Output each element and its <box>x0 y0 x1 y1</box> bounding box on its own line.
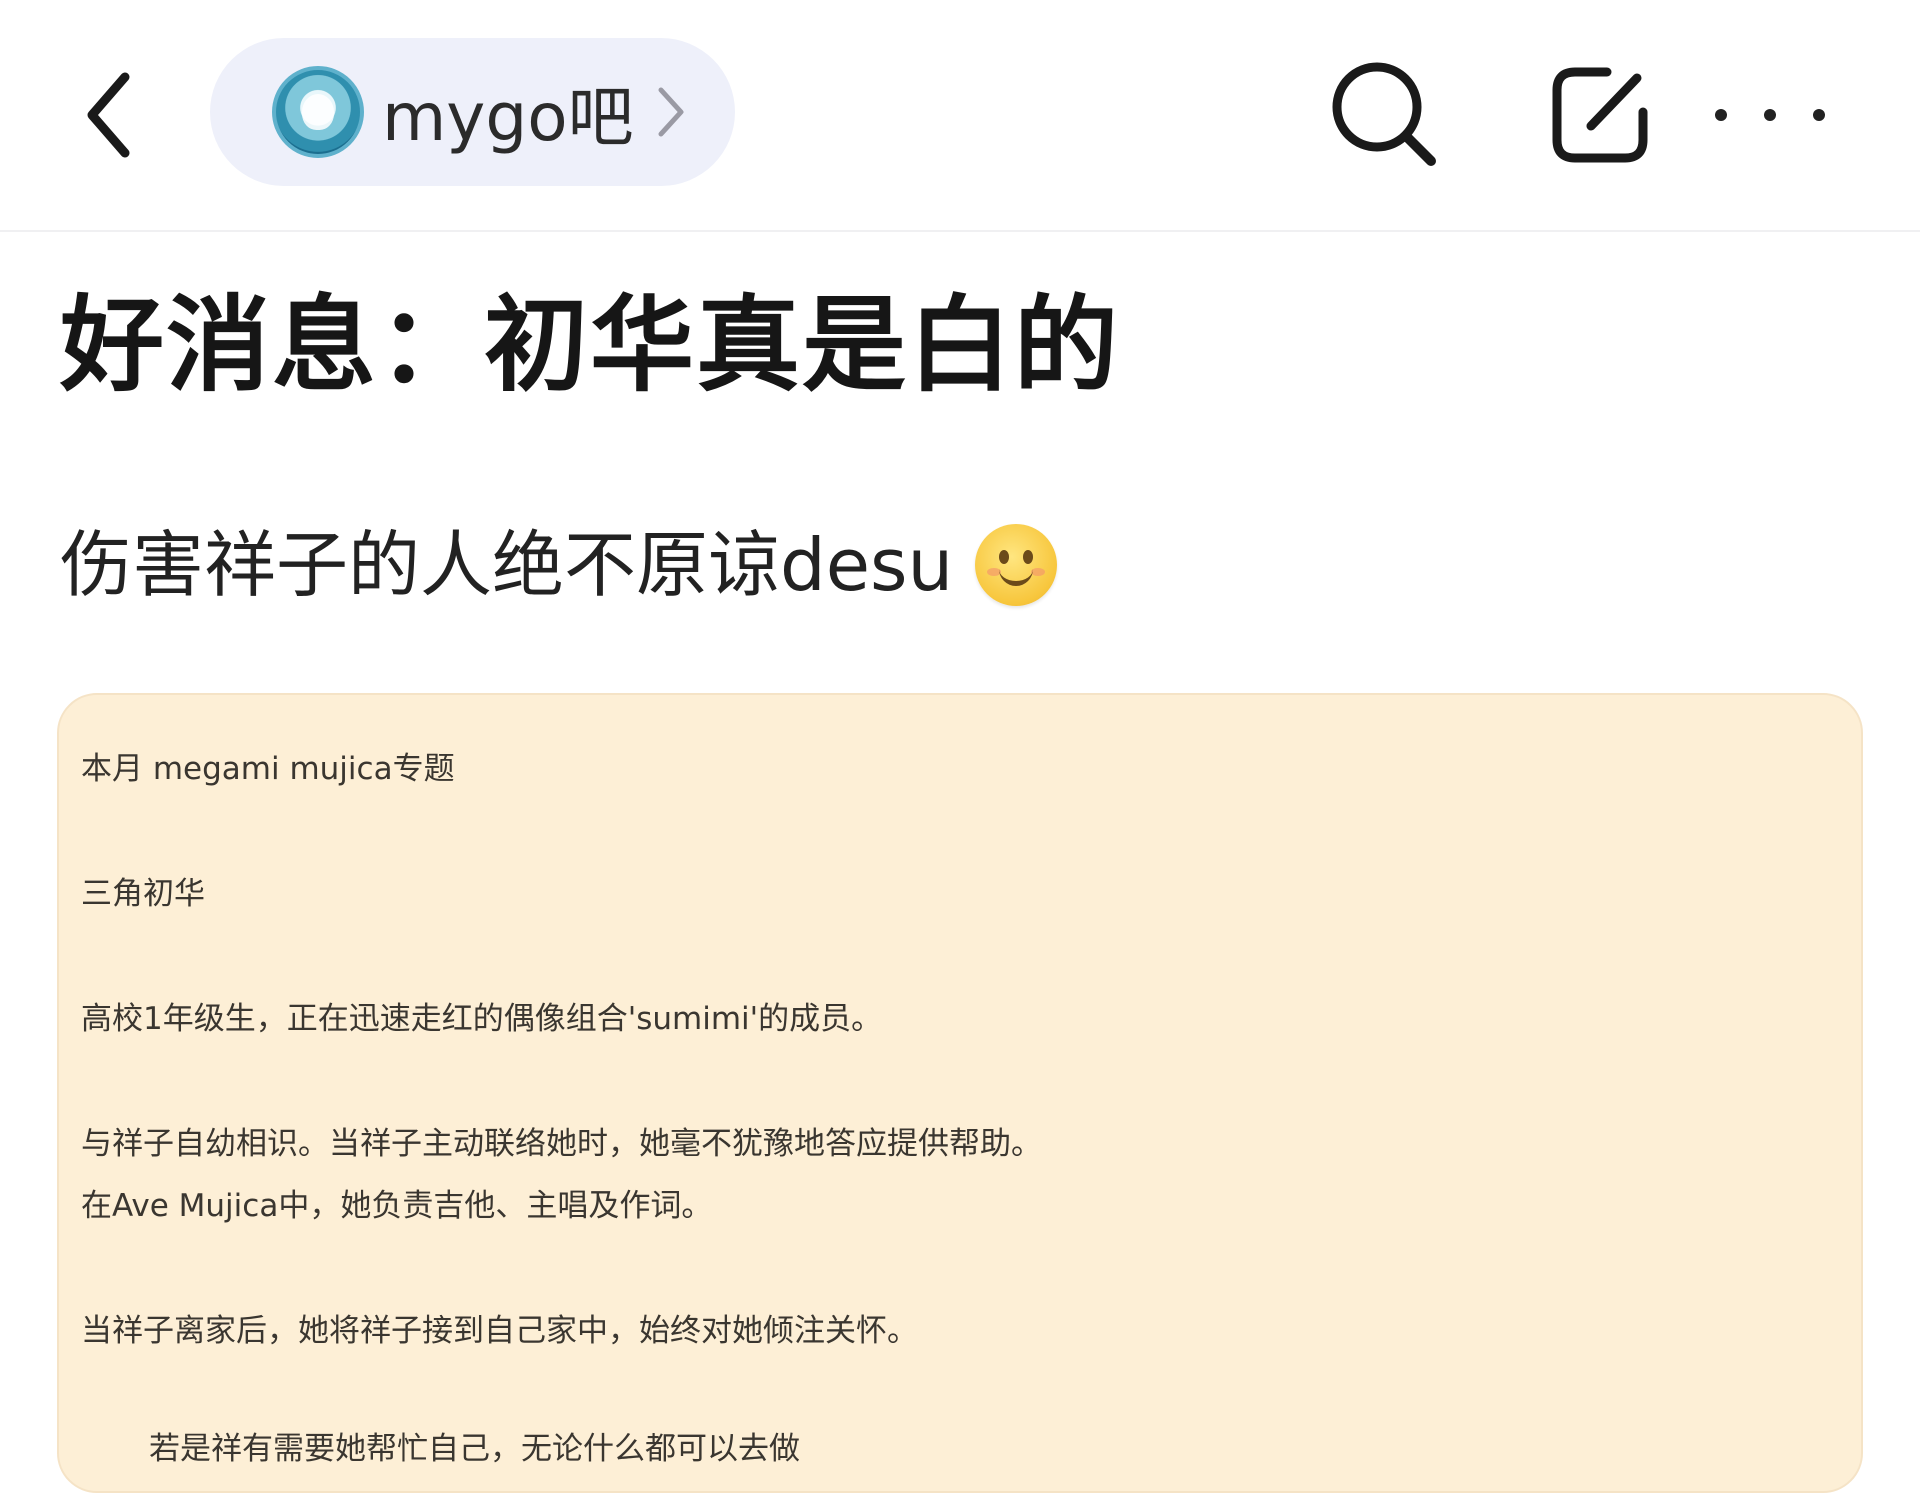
compose-button[interactable] <box>1545 60 1655 170</box>
more-icon-dot <box>1715 109 1727 121</box>
chevron-right-icon <box>656 82 696 142</box>
post-title: 好消息：初华真是白的 <box>60 284 1121 406</box>
forum-name: mygo吧 <box>382 79 634 156</box>
more-button[interactable] <box>1715 90 1825 140</box>
more-icon-dot <box>1764 109 1776 121</box>
image-text-line: 当祥子离家后，她将祥子接到自己家中，始终对她倾注关怀。 <box>81 1313 918 1349</box>
post-body-text: 伤害祥子的人绝不原谅desu <box>60 523 954 607</box>
smile-emoji-icon <box>975 524 1058 606</box>
image-text-line: 本月 megami mujica专题 <box>81 751 455 787</box>
top-navigation-bar: mygo吧 <box>0 0 1920 232</box>
forum-entry-pill[interactable]: mygo吧 <box>210 38 735 186</box>
image-text-line: 与祥子自幼相识。当祥子主动联络她时，她毫不犹豫地答应提供帮助。 <box>81 1126 1042 1162</box>
image-text-line: 高校1年级生，正在迅速走红的偶像组合'sumimi'的成员。 <box>81 1001 883 1037</box>
more-icon-dot <box>1813 109 1825 121</box>
image-text-line: 在Ave Mujica中，她负责吉他、主唱及作词。 <box>81 1188 713 1224</box>
search-button[interactable] <box>1325 55 1445 175</box>
compose-icon <box>1552 67 1648 163</box>
back-chevron-icon <box>87 72 130 158</box>
post-image[interactable]: 本月 megami mujica专题 三角初华 高校1年级生，正在迅速走红的偶像… <box>57 693 1863 1493</box>
forum-avatar <box>272 66 364 158</box>
post-body: 伤害祥子的人绝不原谅desu <box>60 510 1058 620</box>
search-icon <box>1332 62 1436 166</box>
image-text-line: 三角初华 <box>81 876 205 912</box>
image-text-line: 若是祥有需要她帮忙自己，无论什么都可以去做 <box>149 1431 800 1467</box>
back-button[interactable] <box>70 60 150 170</box>
